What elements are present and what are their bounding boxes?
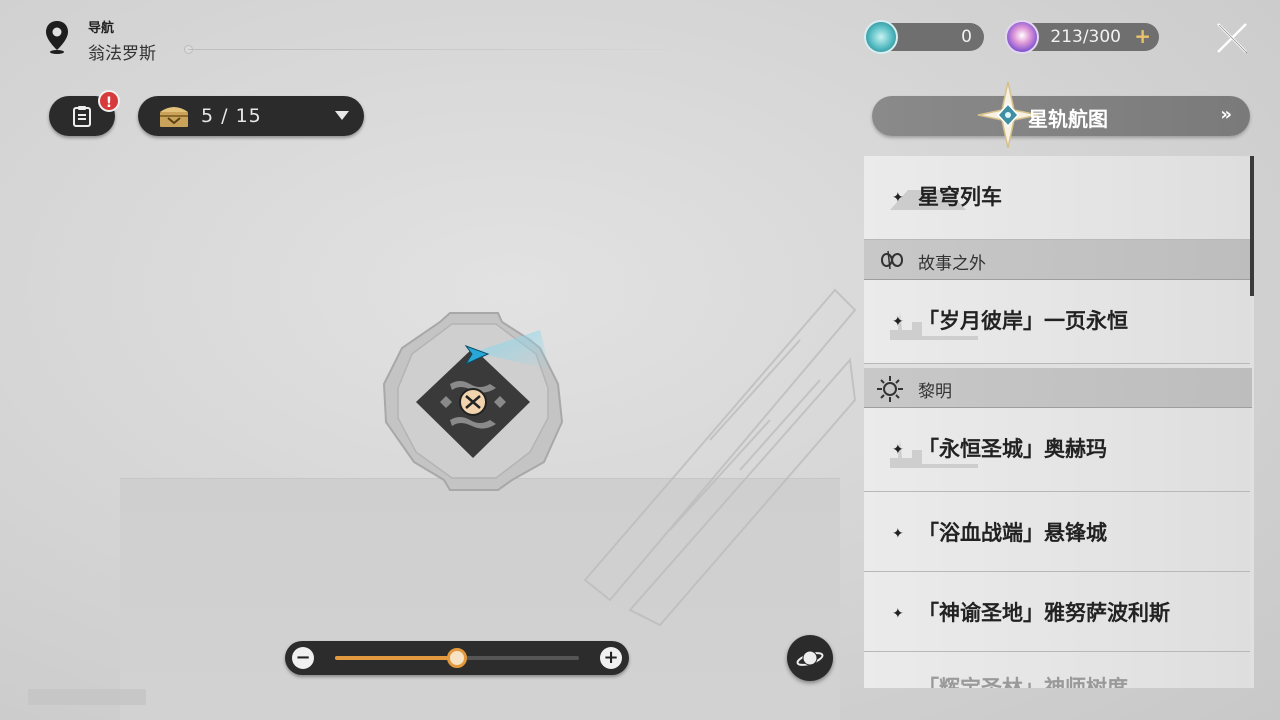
list-item[interactable]: ✦ 「浴血战端」悬锋城 — [864, 492, 1250, 572]
reserve-power-icon — [1005, 20, 1039, 54]
chest-count: 5 / 15 — [201, 105, 262, 127]
add-power-button[interactable]: + — [1134, 24, 1151, 48]
chevron-down-icon — [335, 111, 349, 120]
list-item-label: 「辉宝圣林」神师树度 — [918, 676, 1128, 688]
double-chevron-right-icon: » — [1220, 104, 1232, 125]
zoom-out-button[interactable]: − — [292, 647, 314, 669]
list-item[interactable]: ✦ 星穹列车 — [864, 156, 1250, 240]
list-item-label: 「永恒圣城」奥赫玛 — [918, 437, 1107, 461]
scrollbar[interactable] — [1250, 156, 1254, 296]
category-header: 故事之外 — [864, 240, 1252, 280]
jade-value: 0 — [961, 27, 972, 47]
list-item-label: 「神谕圣地」雅努萨波利斯 — [918, 601, 1170, 625]
location-header: 导航 翁法罗斯 — [44, 16, 684, 66]
list-item-label: 「浴血战端」悬锋城 — [918, 521, 1107, 545]
zoom-fill — [335, 656, 457, 660]
clipboard-icon — [73, 106, 91, 127]
nav-label: 导航 — [88, 21, 115, 36]
planet-icon — [796, 650, 824, 666]
reserve-power-currency[interactable]: 213/300 + — [1005, 20, 1159, 54]
sparkle-icon: ✦ — [892, 442, 904, 458]
map-pin-icon — [46, 21, 68, 54]
star-rail-map-label: 星轨航图 — [1028, 107, 1108, 131]
sun-icon — [877, 376, 903, 402]
zoom-slider[interactable]: − + — [285, 641, 629, 675]
list-item[interactable]: ✦ 「永恒圣城」奥赫玛 — [864, 408, 1250, 492]
list-item[interactable]: ✦ 「神谕圣地」雅努萨波利斯 — [864, 572, 1250, 652]
zoom-track[interactable] — [335, 648, 579, 668]
jade-currency[interactable]: 0 — [864, 20, 984, 54]
sparkle-icon: ✦ — [892, 526, 904, 542]
location-name: 翁法罗斯 — [88, 44, 156, 64]
zoom-handle[interactable] — [447, 648, 467, 668]
category-header: 黎明 — [864, 368, 1252, 408]
alert-badge: ! — [98, 90, 120, 112]
zoom-in-button[interactable]: + — [600, 647, 622, 669]
sparkle-icon: ✦ — [892, 190, 904, 206]
reserve-power-value: 213/300 — [1050, 27, 1121, 47]
category-label: 黎明 — [918, 382, 952, 402]
uid-placeholder — [28, 689, 146, 705]
map-area-tile[interactable] — [380, 310, 566, 492]
map-terrain-lines — [583, 288, 857, 627]
list-item[interactable]: 「辉宝圣林」神师树度 — [864, 652, 1250, 688]
treasure-chest-icon — [160, 107, 188, 127]
list-item[interactable]: ✦ 「岁月彼岸」一页永恒 — [864, 280, 1250, 364]
list-item-label: 「岁月彼岸」一页永恒 — [918, 309, 1128, 333]
planet-switch-button[interactable] — [787, 635, 833, 681]
sparkle-icon: ✦ — [892, 606, 904, 622]
close-icon[interactable] — [1214, 20, 1250, 56]
treasure-chest-dropdown[interactable]: 5 / 15 — [138, 96, 364, 136]
star-rail-map-button[interactable]: 星轨航图 » — [872, 81, 1250, 149]
category-label: 故事之外 — [918, 254, 986, 274]
map-room-shape — [382, 312, 564, 491]
list-item-label: 星穹列车 — [918, 185, 1002, 209]
progress-line — [188, 49, 668, 50]
location-list[interactable]: ✦ 星穹列车 故事之外 ✦ 「岁月彼岸」一页永恒 黎明 ✦ 「永恒圣城」奥赫玛 … — [864, 156, 1254, 688]
sparkle-icon: ✦ — [892, 314, 904, 330]
jade-icon — [864, 20, 898, 54]
infinity-icon — [880, 250, 904, 270]
